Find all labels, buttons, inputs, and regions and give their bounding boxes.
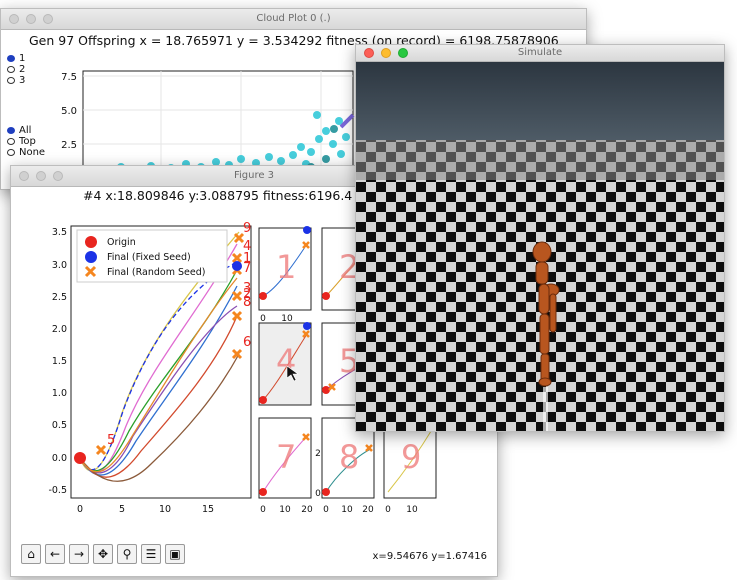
y-tick-label: 2.5 bbox=[52, 292, 67, 303]
subplots-icon[interactable]: ☰ bbox=[141, 544, 161, 564]
close-button[interactable] bbox=[364, 48, 374, 58]
small-x-tick-label: 0 bbox=[323, 505, 329, 515]
zoom-icon[interactable]: ⚲ bbox=[117, 544, 137, 564]
small-plot-digit: 8 bbox=[339, 438, 359, 476]
robot-reflection bbox=[543, 387, 548, 431]
y-tick-label: 1.0 bbox=[52, 388, 67, 399]
save-icon[interactable]: ▣ bbox=[165, 544, 185, 564]
sky-background bbox=[356, 62, 724, 140]
forward-icon[interactable]: → bbox=[69, 544, 89, 564]
legend-random-label: Final (Random Seed) bbox=[107, 267, 205, 278]
simulate-title: Simulate bbox=[517, 47, 563, 58]
final-fixed-marker bbox=[232, 261, 242, 271]
small-plot-digit: 9 bbox=[401, 438, 421, 476]
svg-text:2: 2 bbox=[243, 287, 251, 302]
y-tick-label: 2.0 bbox=[52, 324, 67, 335]
y-tick-label: 3.5 bbox=[52, 227, 67, 238]
zoom-button[interactable] bbox=[398, 48, 408, 58]
svg-text:7: 7 bbox=[243, 261, 251, 276]
y-tick-label: 7.5 bbox=[61, 72, 77, 83]
y-tick-label: 2.5 bbox=[61, 140, 77, 151]
x-tick-label: 0 bbox=[77, 504, 83, 515]
legend-fixed-label: Final (Fixed Seed) bbox=[107, 252, 191, 263]
y-tick-label: -0.5 bbox=[48, 485, 67, 496]
home-icon[interactable]: ⌂ bbox=[21, 544, 41, 564]
y-tick-label: 1.5 bbox=[52, 356, 67, 367]
small-x-tick-label: 10 bbox=[341, 505, 353, 515]
minimize-button[interactable] bbox=[381, 48, 391, 58]
legend-fixed-marker bbox=[85, 251, 97, 263]
small-x-tick-label: 20 bbox=[301, 505, 313, 515]
svg-text:5: 5 bbox=[107, 433, 115, 448]
small-x-tick-label: 20 bbox=[362, 505, 374, 515]
cursor-coordinates: x=9.54676 y=1.67416 bbox=[372, 551, 487, 562]
small-x-tick-label: 0 bbox=[260, 314, 266, 324]
svg-text:9: 9 bbox=[243, 221, 251, 236]
small-plot-digit: 7 bbox=[276, 438, 296, 476]
simulation-viewport[interactable] bbox=[356, 62, 724, 432]
back-icon[interactable]: ← bbox=[45, 544, 65, 564]
legend-origin-label: Origin bbox=[107, 237, 136, 248]
navigation-toolbar: ⌂ ← → ✥ ⚲ ☰ ▣ bbox=[21, 544, 185, 564]
y-tick-label: 5.0 bbox=[61, 106, 77, 117]
legend: Origin Final (Fixed Seed) Final (Random … bbox=[76, 229, 228, 283]
simulate-window[interactable]: Simulate bbox=[355, 44, 725, 432]
legend-origin-marker bbox=[85, 236, 97, 248]
x-tick-label: 5 bbox=[119, 504, 125, 515]
small-x-tick-label: 10 bbox=[406, 505, 418, 515]
pan-icon[interactable]: ✥ bbox=[93, 544, 113, 564]
small-plot-digit: 1 bbox=[276, 248, 296, 286]
small-y-tick-label: 2 bbox=[315, 449, 321, 459]
x-tick-label: 15 bbox=[202, 504, 214, 515]
small-x-tick-label: 0 bbox=[260, 505, 266, 515]
small-x-tick-label: 10 bbox=[279, 505, 291, 515]
x-tick-label: 10 bbox=[159, 504, 171, 515]
y-tick-label: 3.0 bbox=[52, 260, 67, 271]
small-x-tick-label: 10 bbox=[281, 314, 293, 324]
svg-text:6: 6 bbox=[243, 335, 251, 350]
small-y-tick-label: 0 bbox=[315, 489, 321, 499]
small-x-tick-label: 0 bbox=[385, 505, 391, 515]
y-tick-label: 0.5 bbox=[52, 420, 67, 431]
y-tick-label: 0.0 bbox=[52, 453, 67, 464]
simulate-titlebar[interactable]: Simulate bbox=[356, 45, 724, 62]
origin-marker bbox=[74, 452, 86, 464]
